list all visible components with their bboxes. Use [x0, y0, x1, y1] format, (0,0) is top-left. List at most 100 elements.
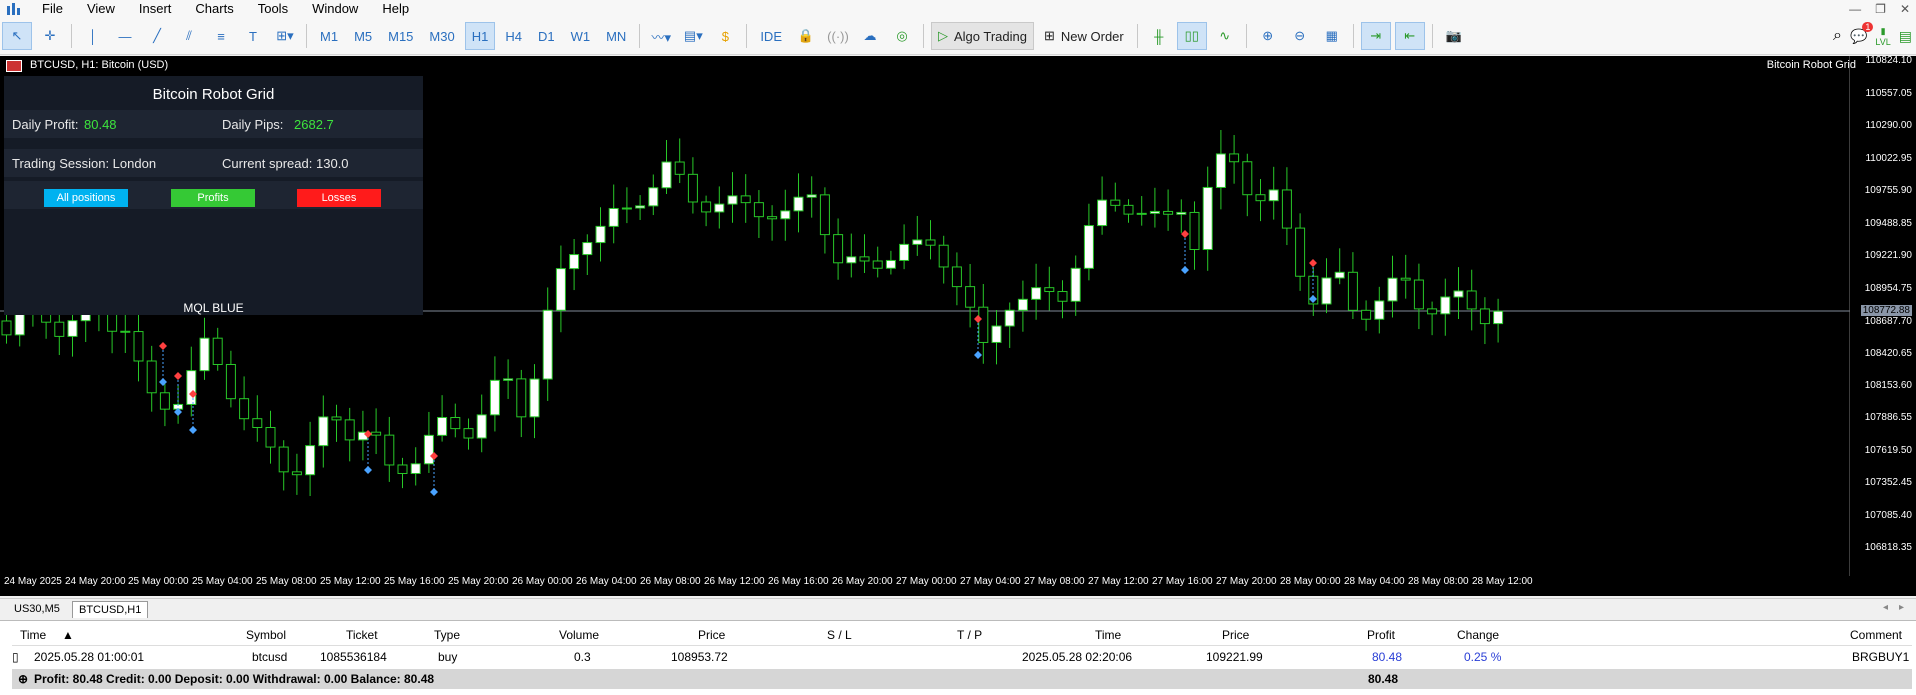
timeframe-d1[interactable]: D1 — [532, 23, 561, 49]
tab-btcusd[interactable]: BTCUSD,H1 — [72, 601, 149, 618]
signal-icon[interactable]: ((·)) — [824, 23, 852, 49]
col-price[interactable]: Price — [698, 628, 725, 642]
candle-body — [1136, 212, 1147, 215]
menu-charts[interactable]: Charts — [183, 0, 245, 18]
profits-button[interactable]: Profits — [171, 189, 255, 207]
crosshair-icon[interactable]: ✛ — [36, 23, 64, 49]
col-symbol[interactable]: Symbol — [246, 628, 286, 642]
col-time[interactable]: Time — [20, 628, 46, 642]
candle-body — [265, 427, 276, 448]
all-positions-button[interactable]: All positions — [44, 189, 128, 207]
vertical-line-icon[interactable]: │ — [79, 23, 107, 49]
candle-body — [397, 464, 408, 474]
minimize-icon[interactable]: — — [1849, 2, 1861, 16]
sell-marker — [1309, 259, 1317, 267]
notifications-icon[interactable]: 💬 1 — [1850, 21, 1874, 45]
table-row[interactable]: ▯ 2025.05.28 01:00:01 btcusd 1085536184 … — [12, 647, 1912, 667]
col-profit[interactable]: Profit — [1367, 628, 1395, 642]
trade-terminal: Time ▲ Symbol Ticket Type Volume Price S… — [0, 620, 1916, 695]
menu-help[interactable]: Help — [370, 0, 421, 18]
col-sl[interactable]: S / L — [827, 628, 852, 642]
menu-window[interactable]: Window — [300, 0, 370, 18]
fibonacci-icon[interactable]: ≡ — [207, 23, 235, 49]
new-order-button[interactable]: ⊞ New Order — [1038, 23, 1130, 49]
algo-trading-button[interactable]: ▷ Algo Trading — [930, 22, 1034, 50]
candle-chart-icon[interactable]: ▯▯ — [1176, 22, 1207, 50]
losses-button[interactable]: Losses — [297, 189, 381, 207]
candle-body — [371, 431, 382, 436]
line-chart-icon[interactable]: ∿ — [1211, 23, 1239, 49]
chart-shift-icon[interactable]: ⇤ — [1394, 22, 1425, 50]
filter-row: All positions Profits Losses — [4, 181, 423, 209]
chart-title: BTCUSD, H1: Bitcoin (USD) — [30, 59, 169, 71]
buy-marker — [974, 351, 982, 359]
price-label: 110824.10 — [1865, 55, 1912, 66]
indicators-icon[interactable]: 〰▾ — [647, 23, 675, 49]
cell-change: 0.25 % — [1464, 650, 1502, 664]
flag-icon — [6, 60, 22, 72]
zoom-out-icon[interactable]: ⊖ — [1286, 23, 1314, 49]
search-icon[interactable]: ⌕ — [1833, 27, 1842, 45]
timeframe-mn[interactable]: MN — [600, 23, 632, 49]
col-volume[interactable]: Volume — [559, 628, 599, 642]
timeframe-w1[interactable]: W1 — [565, 23, 597, 49]
horizontal-line-icon[interactable]: — — [111, 23, 139, 49]
channel-icon[interactable]: ⫽ — [175, 23, 203, 49]
candle-body — [595, 225, 606, 244]
menu-file[interactable]: File — [30, 0, 75, 18]
menu-tools[interactable]: Tools — [246, 0, 300, 18]
ide-button[interactable]: IDE — [754, 23, 788, 49]
timeframe-m15[interactable]: M15 — [382, 23, 419, 49]
cloud-icon[interactable]: ☁ — [856, 23, 884, 49]
scroll-left-icon[interactable]: ◂ — [1883, 602, 1888, 613]
account-icon[interactable]: ▤ — [1899, 28, 1912, 45]
time-label: 27 May 04:00 — [960, 576, 1021, 587]
timeframe-h1[interactable]: H1 — [464, 22, 496, 50]
buy-marker — [364, 466, 372, 474]
col-ticket[interactable]: Ticket — [346, 628, 378, 642]
close-icon[interactable]: ✕ — [1900, 2, 1910, 16]
bar-chart-icon[interactable]: ╫ — [1145, 23, 1173, 49]
restore-icon[interactable]: ❐ — [1875, 2, 1886, 16]
candle-body — [1163, 210, 1174, 215]
price-axis[interactable]: 110824.10 110557.05 110290.00 110022.95 … — [1850, 55, 1916, 596]
price-chart[interactable]: BTCUSD, H1: Bitcoin (USD) Bitcoin Robot … — [0, 55, 1916, 596]
cursor-icon[interactable]: ↖ — [2, 22, 32, 50]
col-tp[interactable]: T / P — [957, 628, 982, 642]
menu-insert[interactable]: Insert — [127, 0, 184, 18]
timeframe-h4[interactable]: H4 — [499, 23, 528, 49]
templates-icon[interactable]: ▤▾ — [679, 23, 707, 49]
vps-icon[interactable]: ◎ — [888, 23, 916, 49]
tab-us30[interactable]: US30,M5 — [8, 601, 66, 617]
timeframe-m30[interactable]: M30 — [423, 23, 460, 49]
text-tool-icon[interactable]: T — [239, 23, 267, 49]
time-label: 27 May 12:00 — [1088, 576, 1149, 587]
screenshot-icon[interactable]: 📷 — [1440, 23, 1468, 49]
tile-windows-icon[interactable]: ▦ — [1318, 23, 1346, 49]
time-axis[interactable]: 24 May 2025 24 May 20:00 25 May 00:00 25… — [0, 576, 1850, 594]
menu-view[interactable]: View — [75, 0, 127, 18]
candle-body — [1017, 298, 1028, 311]
price-label: 106818.35 — [1864, 542, 1912, 553]
expand-icon[interactable]: ⊕ — [18, 672, 28, 686]
col-change[interactable]: Change — [1457, 628, 1499, 642]
candle-body — [635, 205, 646, 209]
col-comment[interactable]: Comment — [1850, 628, 1902, 642]
col-close-price[interactable]: Price — [1222, 628, 1249, 642]
col-close-time[interactable]: Time — [1095, 628, 1121, 642]
timeframe-m5[interactable]: M5 — [348, 23, 378, 49]
timeframe-m1[interactable]: M1 — [314, 23, 344, 49]
col-type[interactable]: Type — [434, 628, 460, 642]
lock-icon[interactable]: 🔒 — [792, 23, 820, 49]
candle-body — [1493, 310, 1504, 325]
candle-body — [529, 378, 540, 418]
level-icon[interactable]: ▮ LVL — [1875, 26, 1890, 47]
zoom-in-icon[interactable]: ⊕ — [1254, 23, 1282, 49]
candle-body — [133, 331, 144, 362]
market-icon[interactable]: $ — [711, 23, 739, 49]
shapes-icon[interactable]: ⊞▾ — [271, 23, 299, 49]
scroll-right-icon[interactable]: ▸ — [1899, 602, 1904, 613]
price-label: 109221.90 — [1864, 250, 1912, 261]
autoscroll-icon[interactable]: ⇥ — [1360, 22, 1391, 50]
trendline-icon[interactable]: ╱ — [143, 23, 171, 49]
